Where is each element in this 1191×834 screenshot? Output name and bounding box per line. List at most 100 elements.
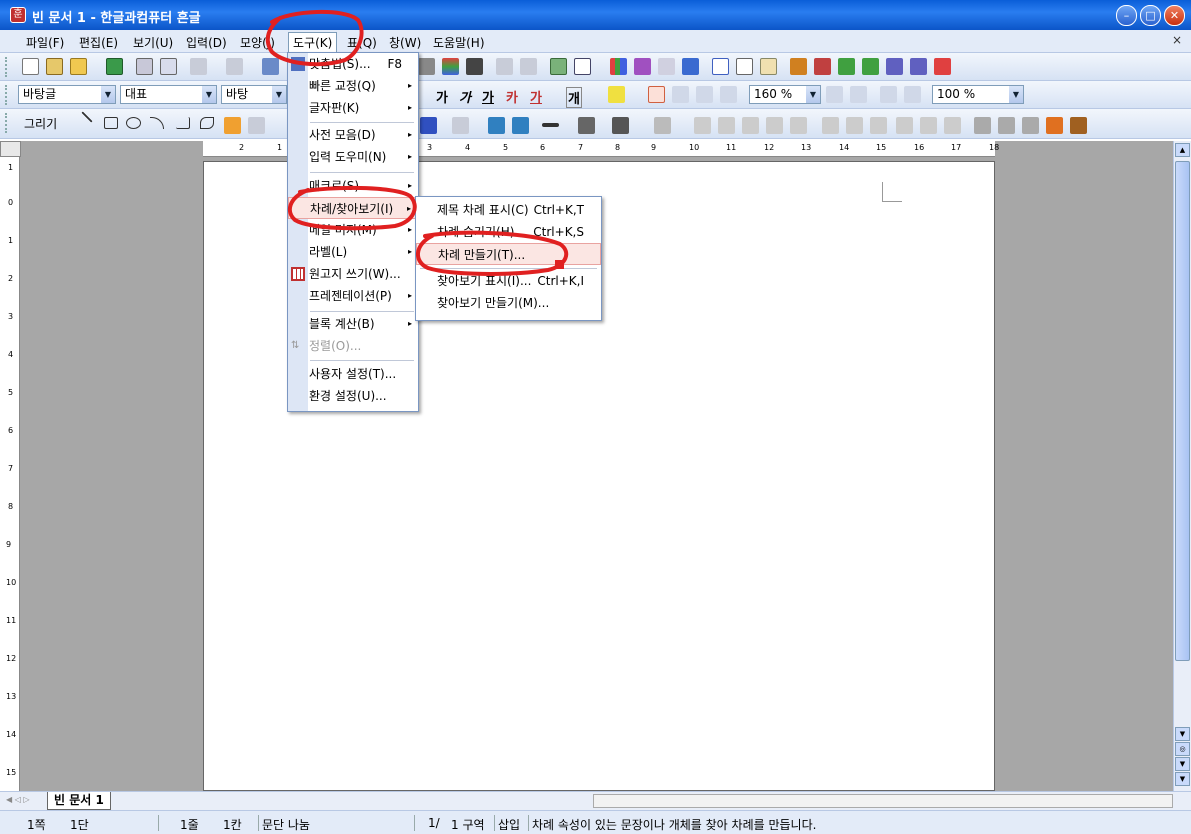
submenu-item-show-index[interactable]: 찾아보기 표시(I)... Ctrl+K,I [416,270,601,292]
print-icon[interactable] [136,58,153,75]
group-icon[interactable] [694,117,711,134]
menu-item-spellcheck[interactable]: 맞춤법(S)... F8 [288,53,418,75]
web-icon[interactable] [934,58,951,75]
align-left-icon[interactable] [672,86,689,103]
symbol-icon[interactable] [682,58,699,75]
menu-view[interactable]: 보기(U) [133,34,173,51]
submenu-item-make-toc[interactable]: 차례 만들기(T)... [416,243,601,265]
menu-item-presentation[interactable]: 프레젠테이션(P) ▸ [288,285,418,307]
pen-tool-icon[interactable] [224,117,241,134]
vertical-ruler[interactable]: 1 0 1 2 3 4 5 6 7 8 9 10 11 12 13 14 15 [0,157,20,791]
menu-item-input-helper[interactable]: 입력 도우미(N) ▸ [288,146,418,168]
draw-menu-button[interactable]: 그리기 [24,115,57,132]
horizontal-ruler[interactable]: 2 1 1 2 3 4 5 6 7 8 9 10 11 12 13 14 15 … [21,141,1173,157]
menu-item-mail-merge[interactable]: 메일 머지(M) ▸ [288,219,418,241]
polygon-tool-icon[interactable] [176,117,190,129]
memo-icon[interactable] [760,58,777,75]
toolbar-grip[interactable] [5,85,8,105]
highlight-icon[interactable] [608,86,625,103]
chevron-down-icon[interactable]: ▼ [1009,86,1023,103]
menu-file[interactable]: 파일(F) [26,34,64,51]
menu-format[interactable]: 모양(J) [240,34,275,51]
font-lang-select[interactable]: 대표 ▼ [120,85,217,104]
obj-prop-icon[interactable] [974,117,991,134]
curve-tool-icon[interactable] [200,117,214,129]
menu-item-quick-correct[interactable]: 빠른 교정(Q) ▸ [288,75,418,97]
submenu-item-make-index[interactable]: 찾아보기 만들기(M)... [416,292,601,314]
menu-item-block-calc[interactable]: 블록 계산(B) ▸ [288,313,418,335]
find-icon[interactable] [262,58,279,75]
italic-button[interactable]: 가 [459,87,471,106]
submenu-item-show-toc[interactable]: 제목 차례 표시(C) Ctrl+K,T [416,199,601,221]
bookmark-icon[interactable] [790,58,807,75]
scroll-down-icon[interactable]: ▼ [1175,727,1190,741]
arrow-style-icon[interactable] [612,117,629,134]
flip-v-icon[interactable] [870,117,887,134]
horizontal-scrollbar[interactable] [593,794,1173,808]
chevron-down-icon[interactable]: ▼ [202,86,216,103]
scroll-thumb[interactable] [1175,161,1190,661]
rectangle-tool-icon[interactable] [104,117,118,129]
hancom-icon[interactable]: 훈 [10,7,26,23]
presentation-icon[interactable] [814,58,831,75]
multi-column-icon[interactable] [466,58,483,75]
spacing-up-icon[interactable] [826,86,843,103]
flip-h-icon[interactable] [846,117,863,134]
menu-item-toc-index[interactable]: 차례/찾아보기(I) ▸ [288,197,418,219]
chevron-down-icon[interactable]: ▼ [272,86,286,103]
menu-tools[interactable]: 도구(K) [288,32,338,53]
menu-table[interactable]: 표(Q) [347,34,377,51]
line-color-icon[interactable] [420,117,437,134]
ungroup-icon[interactable] [718,117,735,134]
menu-item-macro[interactable]: 매크로(S) ▸ [288,175,418,197]
obj-more-icon[interactable] [1070,117,1087,134]
edit-points-icon[interactable] [896,117,913,134]
page-down-icon[interactable]: ▼ [1175,757,1190,771]
menu-item-manuscript[interactable]: 원고지 쓰기(W)... [288,263,418,285]
underline-button[interactable]: 가 [482,87,494,106]
chevron-down-icon[interactable]: ▼ [806,86,820,103]
menu-help[interactable]: 도움말(H) [433,34,485,51]
menu-item-keyboard[interactable]: 글자판(K) ▸ [288,97,418,119]
field4-icon[interactable] [910,58,927,75]
unlink-icon[interactable] [520,58,537,75]
text-color-button[interactable]: 카 [506,87,518,106]
menu-insert[interactable]: 입력(D) [186,34,227,51]
line-spacing-select[interactable]: 160 % ▼ [749,85,821,104]
bold-button[interactable]: 가 [436,87,448,106]
align-center-icon[interactable] [696,86,713,103]
style-icon[interactable] [442,58,459,75]
zoom-obj-icon[interactable] [944,117,961,134]
zoom-select[interactable]: 100 % ▼ [932,85,1024,104]
menu-edit[interactable]: 편집(E) [79,34,118,51]
arc-tool-icon[interactable] [150,117,164,129]
numbered-list-icon[interactable] [880,86,897,103]
open-folder-icon[interactable] [70,58,87,75]
char-shape-button[interactable]: 개 [566,87,582,108]
bring-front-icon[interactable] [488,117,505,134]
font-color-button[interactable]: 가 [530,87,542,106]
vertical-scrollbar[interactable]: ▲ ▼ ◎ ▼ ▼ [1173,141,1191,791]
submenu-item-hide-toc[interactable]: 차례 숨기기(H) Ctrl+K,S [416,221,601,243]
copy-format-icon[interactable] [736,58,753,75]
menu-item-preferences[interactable]: 환경 설정(U)... [288,385,418,407]
field2-icon[interactable] [862,58,879,75]
undo-icon[interactable] [190,58,207,75]
obj-copy-icon[interactable] [998,117,1015,134]
open-template-icon[interactable] [46,58,63,75]
toolbar-grip[interactable] [5,57,8,77]
field3-icon[interactable] [886,58,903,75]
redo-icon[interactable] [226,58,243,75]
justify-icon[interactable] [648,86,665,103]
line-style-icon[interactable] [542,123,559,127]
link-icon[interactable] [496,58,513,75]
table-icon[interactable] [574,58,591,75]
page-next-icon[interactable]: ▼ [1175,772,1190,786]
bullet-list-icon[interactable] [904,86,921,103]
menu-window[interactable]: 창(W) [389,34,421,51]
page-up-icon[interactable]: ◎ [1175,742,1190,756]
maximize-button[interactable]: □ [1140,5,1161,26]
hanja-icon[interactable] [712,58,729,75]
style-select[interactable]: 바탕글 ▼ [18,85,116,104]
rotate-icon[interactable] [822,117,839,134]
